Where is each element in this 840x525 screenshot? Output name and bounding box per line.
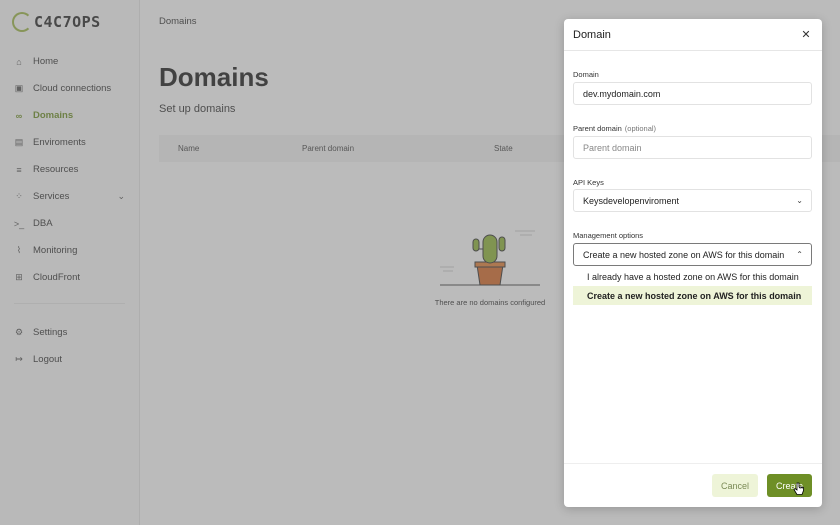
parent-domain-placeholder: Parent domain (583, 142, 642, 153)
domain-modal: Domain ✕ Domain dev.mydomain.com Parent … (564, 19, 822, 507)
pointer-cursor-icon (793, 482, 804, 495)
api-keys-selected-value: Keysdevelopenviroment (583, 195, 680, 206)
domain-input[interactable]: dev.mydomain.com (573, 82, 812, 105)
modal-header: Domain ✕ (564, 19, 822, 51)
management-selected-value: Create a new hosted zone on AWS for this… (583, 249, 785, 260)
optional-hint: (optional) (624, 124, 657, 133)
parent-domain-label: Parent domain (optional) (573, 124, 656, 133)
management-options-label: Management options (573, 231, 644, 240)
modal-title: Domain (573, 28, 611, 41)
parent-domain-input[interactable]: Parent domain (573, 136, 812, 159)
chevron-down-icon: ⌄ (796, 196, 803, 205)
parent-domain-label-text: Parent domain (573, 124, 622, 133)
management-options-select[interactable]: Create a new hosted zone on AWS for this… (573, 243, 812, 266)
cancel-button[interactable]: Cancel (712, 474, 758, 497)
chevron-up-icon: ⌃ (796, 250, 803, 259)
close-icon[interactable]: ✕ (799, 28, 813, 42)
api-keys-select[interactable]: Keysdevelopenviroment ⌄ (573, 189, 812, 212)
create-button[interactable]: Create (767, 474, 812, 497)
modal-footer: Cancel Create (564, 463, 822, 507)
api-keys-label: API Keys (573, 178, 604, 187)
dropdown-option-new-zone[interactable]: Create a new hosted zone on AWS for this… (573, 286, 812, 305)
dropdown-option-existing-zone[interactable]: I already have a hosted zone on AWS for … (573, 267, 812, 286)
management-options-dropdown: I already have a hosted zone on AWS for … (573, 267, 812, 305)
domain-input-value: dev.mydomain.com (583, 88, 661, 99)
domain-label: Domain (573, 70, 599, 79)
